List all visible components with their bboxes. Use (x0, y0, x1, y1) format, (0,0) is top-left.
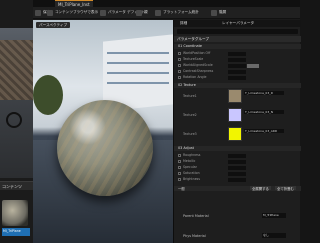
building-windows (107, 82, 169, 84)
texture3-label: Texture3 (183, 132, 197, 136)
override-checkbox[interactable] (178, 172, 181, 175)
param-row[interactable]: Metallic (174, 159, 301, 164)
building-windows (107, 62, 169, 64)
override-checkbox[interactable] (178, 58, 181, 61)
override-checkbox[interactable] (178, 70, 181, 73)
phys-material-field[interactable]: なし (262, 233, 286, 238)
floor-tiles (0, 40, 33, 100)
stats-icon (155, 9, 161, 16)
collapse-all-button[interactable]: 全て折畳む (275, 186, 296, 191)
param-row[interactable]: TextureScale (174, 57, 301, 62)
chair-silhouette (6, 112, 22, 128)
details-panel: 詳細 レイヤーパラメータ パラメータグループ 01 Coordinate Wor… (173, 20, 301, 243)
params-icon (100, 9, 106, 16)
hierarchy-button[interactable]: 階層 (211, 9, 226, 16)
param-row[interactable]: Saturation (174, 171, 301, 176)
building-windows (107, 72, 169, 74)
details-tabs: 詳細 レイヤーパラメータ (174, 20, 301, 27)
material-instance-editor: MI_TriPlane_Inst 保存 コンテンツブラウザで表示 パラメータ デ… (33, 0, 301, 243)
hierarchy-icon (211, 9, 217, 16)
param-row[interactable]: Brightness (174, 177, 301, 182)
param-row[interactable]: WorldPosition Off (174, 51, 301, 56)
tab-layer-parameters[interactable]: レイヤーパラメータ (222, 21, 254, 26)
content-browser-tab[interactable]: コンテンツ (2, 184, 22, 190)
value-field[interactable] (228, 57, 246, 62)
editor-toolbar: 保存 コンテンツブラウザで表示 パラメータ デフォルト 親 プラットフォーム統計… (33, 7, 300, 19)
tree (33, 75, 63, 115)
parent-material-field[interactable]: M_TriPlane (262, 213, 286, 218)
parent-icon (136, 9, 142, 16)
value-field[interactable] (228, 75, 246, 80)
param-row[interactable]: Specular (174, 165, 301, 170)
expand-all-button[interactable]: 全展開する (250, 186, 271, 191)
value-field[interactable] (228, 63, 246, 68)
browse-button[interactable]: コンテンツブラウザで表示 (47, 9, 98, 16)
override-checkbox[interactable] (178, 52, 181, 55)
parent-button[interactable]: 親 (136, 9, 148, 16)
group-texture[interactable]: 02 Texture (174, 83, 301, 88)
viewport-mode-button[interactable]: パースペクティブ (36, 22, 71, 28)
material-asset-thumbnail[interactable] (2, 200, 28, 226)
texture3-asset[interactable]: T_Limestone_03_ARD (244, 129, 284, 133)
override-checkbox[interactable] (178, 160, 181, 163)
texture2-asset[interactable]: T_Limestone_03_N (244, 110, 284, 114)
editor-tabbar: MI_TriPlane_Inst (33, 0, 300, 7)
override-checkbox[interactable] (178, 154, 181, 157)
content-browser-header[interactable]: コンテンツ (0, 181, 33, 190)
parameter-groups-header[interactable]: パラメータグループ (174, 36, 301, 42)
texture2-label: Texture2 (183, 113, 197, 117)
value-field[interactable] (228, 177, 246, 182)
override-checkbox[interactable] (178, 64, 181, 67)
value-field[interactable] (228, 69, 246, 74)
details-search-input[interactable] (177, 29, 298, 34)
building-windows (107, 52, 169, 54)
group-general[interactable]: 一般 全展開する 全て折畳む (174, 186, 301, 191)
value-field[interactable] (228, 165, 246, 170)
texture2-thumbnail[interactable] (228, 108, 242, 122)
param-row[interactable]: Rotation Angle (174, 75, 301, 80)
param-row[interactable]: Roughness (174, 153, 301, 158)
value-slider[interactable] (247, 63, 259, 68)
phys-material-label: Phys Material (183, 234, 206, 238)
group-adjust[interactable]: 03 Adjust (174, 146, 301, 151)
texture3-thumbnail[interactable] (228, 127, 242, 141)
preview-viewport[interactable]: パースペクティブ (33, 20, 173, 243)
override-checkbox[interactable] (178, 178, 181, 181)
platform-stats-button[interactable]: プラットフォーム統計 (155, 9, 199, 16)
asset-label: MI_TriPlane (2, 228, 30, 236)
value-field[interactable] (228, 153, 246, 158)
save-icon (35, 9, 41, 16)
preview-sphere (57, 100, 153, 196)
override-checkbox[interactable] (178, 166, 181, 169)
folder-icon (47, 9, 53, 16)
param-row[interactable]: WorldAlignedScale (174, 63, 301, 68)
group-coordinate[interactable]: 01 Coordinate (174, 44, 301, 49)
tab-details[interactable]: 詳細 (180, 21, 187, 26)
value-field[interactable] (228, 171, 246, 176)
value-field[interactable] (228, 51, 246, 56)
texture1-thumbnail[interactable] (228, 89, 242, 103)
content-browser-strip: コンテンツ MI_TriPlane (0, 0, 33, 243)
tab-material-instance[interactable]: MI_TriPlane_Inst (55, 0, 93, 7)
parent-material-label: Parent Material (183, 214, 209, 218)
texture1-asset[interactable]: T_Limestone_03_D (244, 91, 284, 95)
texture1-label: Texture1 (183, 94, 197, 98)
override-checkbox[interactable] (178, 76, 181, 79)
param-row[interactable]: ContrastSharpness (174, 69, 301, 74)
value-field[interactable] (228, 159, 246, 164)
